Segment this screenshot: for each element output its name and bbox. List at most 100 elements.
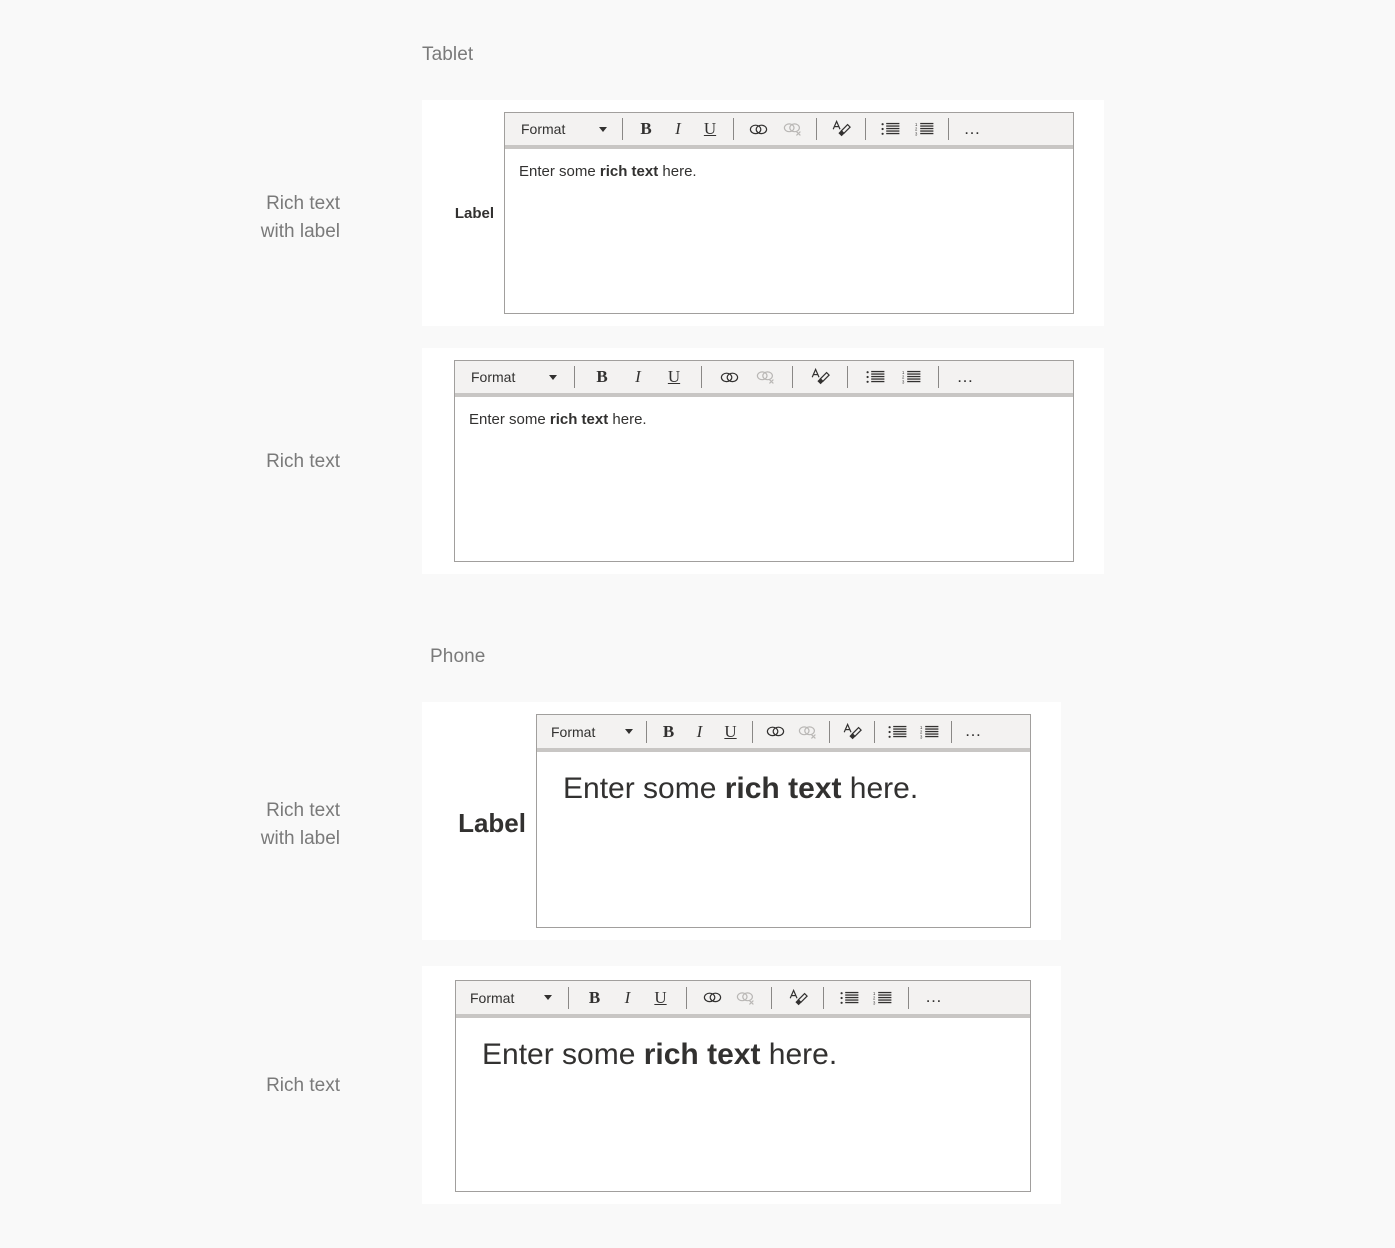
underline-button[interactable]: U (656, 364, 692, 390)
format-dropdown[interactable]: Format (461, 985, 559, 1011)
rich-text-editor-tablet-plain[interactable]: Format B I U 1 2 3 … Enter some rich tex… (454, 360, 1074, 562)
bulleted-list-icon (888, 725, 906, 738)
bold-button[interactable]: B (584, 364, 620, 390)
unlink-button[interactable] (729, 985, 762, 1011)
bulleted-list-button[interactable] (881, 719, 913, 745)
italic-button[interactable]: I (662, 116, 694, 142)
clear-formatting-button[interactable] (824, 116, 858, 142)
chevron-down-icon (599, 126, 607, 132)
italic-button[interactable]: I (611, 985, 644, 1011)
row-label-rich-text-with-label-phone: Rich text with label (260, 800, 340, 849)
unlink-button[interactable] (747, 364, 783, 390)
editor-body-text: Enter some rich text here. (563, 772, 918, 805)
link-button[interactable] (711, 364, 747, 390)
page-root: Tablet Rich text with label Label Format… (0, 0, 1395, 1248)
chevron-down-icon (544, 995, 552, 1000)
numbered-list-button[interactable]: 1 2 3 (913, 719, 945, 745)
bulleted-list-icon (881, 122, 899, 135)
body-bold: rich text (643, 1038, 761, 1071)
format-dropdown[interactable]: Format (461, 364, 565, 390)
underline-button[interactable]: U (644, 985, 677, 1011)
clear-formatting-button[interactable] (836, 719, 868, 745)
example-card-phone-with-label: Label Format B I U 1 2 3 … Enter some ri… (422, 702, 1061, 940)
bulleted-list-button[interactable] (833, 985, 866, 1011)
editor-toolbar: Format B I U 1 2 3 … (505, 113, 1073, 149)
toolbar-separator (816, 118, 817, 140)
format-dropdown[interactable]: Format (542, 719, 640, 745)
italic-button[interactable]: I (684, 719, 715, 745)
underline-button[interactable]: U (694, 116, 726, 142)
link-icon (766, 726, 784, 737)
link-button[interactable] (696, 985, 729, 1011)
format-dropdown-label: Format (470, 989, 515, 1006)
example-card-tablet-plain: Format B I U 1 2 3 … Enter some rich tex… (422, 348, 1104, 574)
format-dropdown-label: Format (471, 369, 516, 385)
numbered-list-button[interactable]: 1 2 3 (907, 116, 941, 142)
editor-body-text: Enter some rich text here. (519, 163, 697, 180)
clear-formatting-icon (832, 120, 851, 137)
editor-toolbar: Format B I U 1 2 3 … (455, 361, 1073, 397)
editor-content-area[interactable]: Enter some rich text here. (456, 1018, 1030, 1191)
bulleted-list-button[interactable] (873, 116, 907, 142)
toolbar-separator (574, 366, 575, 388)
unlink-icon (736, 991, 754, 1005)
body-bold: rich text (549, 411, 609, 428)
italic-icon: I (675, 119, 681, 138)
ellipsis-icon: … (963, 118, 983, 138)
link-button[interactable] (759, 719, 791, 745)
rich-text-editor-phone-plain[interactable]: Format B I U 1 2 3 … Enter some rich tex… (455, 980, 1031, 1192)
editor-body-text: Enter some rich text here. (482, 1038, 837, 1071)
more-options-button[interactable]: … (948, 364, 984, 390)
editor-content-area[interactable]: Enter some rich text here. (505, 149, 1073, 313)
clear-formatting-button[interactable] (781, 985, 814, 1011)
underline-icon: U (724, 721, 737, 741)
bulleted-list-button[interactable] (857, 364, 893, 390)
more-options-button[interactable]: … (956, 116, 990, 142)
numbered-list-icon: 1 2 3 (920, 725, 938, 739)
chevron-down-icon (549, 374, 557, 380)
svg-text:3: 3 (915, 131, 918, 136)
underline-button[interactable]: U (715, 719, 746, 745)
unlink-icon (756, 371, 774, 384)
field-label-tablet: Label (454, 205, 494, 222)
toolbar-separator (908, 986, 909, 1009)
bulleted-list-icon (840, 991, 859, 1004)
italic-button[interactable]: I (620, 364, 656, 390)
bold-button[interactable]: B (578, 985, 611, 1011)
body-bold: rich text (724, 772, 842, 805)
bold-icon: B (596, 367, 608, 386)
numbered-list-icon: 1 2 3 (915, 122, 933, 136)
unlink-button[interactable] (791, 719, 823, 745)
more-options-button[interactable]: … (958, 719, 990, 745)
toolbar-separator (686, 986, 687, 1009)
svg-text:3: 3 (873, 1000, 876, 1005)
bold-icon: B (640, 119, 652, 138)
bold-button[interactable]: B (630, 116, 662, 142)
body-prefix: Enter some (469, 411, 550, 428)
numbered-list-button[interactable]: 1 2 3 (866, 985, 899, 1011)
format-dropdown-label: Format (551, 723, 596, 740)
toolbar-separator (622, 118, 623, 140)
clear-formatting-icon (811, 368, 830, 385)
numbered-list-button[interactable]: 1 2 3 (893, 364, 929, 390)
rich-text-editor-tablet-with-label[interactable]: Format B I U 1 2 3 … Enter some rich tex… (504, 112, 1074, 314)
editor-content-area[interactable]: Enter some rich text here. (537, 752, 1030, 927)
row-label-rich-text-tablet: Rich text (266, 451, 340, 472)
rich-text-editor-phone-with-label[interactable]: Format B I U 1 2 3 … Enter some rich tex… (536, 714, 1031, 928)
svg-text:3: 3 (920, 734, 923, 739)
body-suffix: here. (841, 772, 919, 805)
toolbar-separator (792, 366, 793, 388)
body-suffix: here. (608, 411, 647, 428)
toolbar-separator (847, 366, 848, 388)
clear-formatting-button[interactable] (802, 364, 838, 390)
underline-icon: U (667, 367, 681, 386)
unlink-button[interactable] (775, 116, 809, 142)
body-bold: rich text (599, 163, 659, 180)
link-button[interactable] (741, 116, 775, 142)
format-dropdown[interactable]: Format (511, 116, 615, 142)
more-options-button[interactable]: … (918, 985, 951, 1011)
bold-button[interactable]: B (653, 719, 684, 745)
editor-content-area[interactable]: Enter some rich text here. (455, 397, 1073, 561)
row-label-rich-text-with-label-tablet: Rich text with label (260, 193, 340, 242)
ellipsis-icon: … (956, 366, 976, 386)
